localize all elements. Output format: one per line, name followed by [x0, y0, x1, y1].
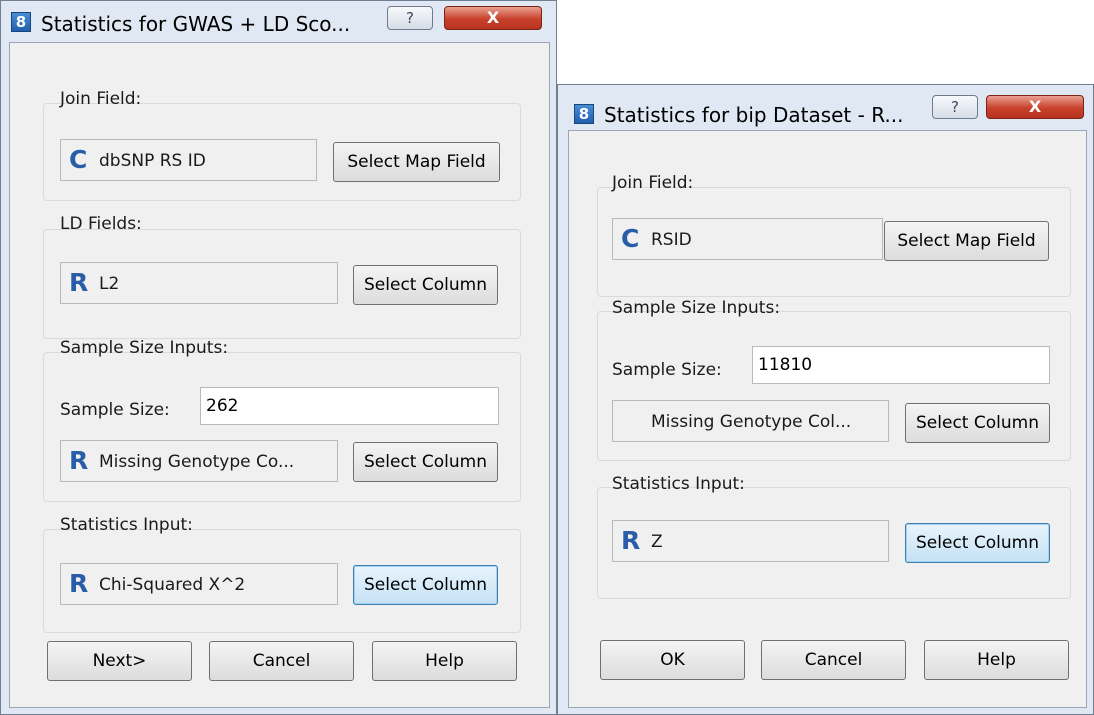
help-icon-button[interactable]: ?: [932, 95, 978, 119]
join-field-display: C RSID: [612, 218, 883, 260]
missing-genotype-value: Missing Genotype Co...: [99, 452, 295, 472]
help-icon-button[interactable]: ?: [387, 6, 433, 30]
real-type-icon: R: [69, 446, 89, 475]
sample-size-input[interactable]: 11810: [752, 346, 1050, 384]
bip-statistics-dialog: 8 Statistics for bip Dataset - R... ? X …: [557, 84, 1094, 715]
help-button[interactable]: Help: [372, 641, 517, 681]
missing-genotype-field-display: R Missing Genotype Co...: [60, 440, 338, 482]
ld-field-display: R L2: [60, 262, 338, 304]
statistics-field-value: Chi-Squared X^2: [99, 575, 246, 595]
help-button[interactable]: Help: [924, 640, 1069, 680]
categorical-type-icon: C: [69, 145, 88, 174]
gwas-statistics-dialog: 8 Statistics for GWAS + LD Sco... ? X Jo…: [0, 0, 557, 715]
join-field-label: Join Field:: [60, 89, 142, 109]
real-type-icon: R: [69, 268, 89, 297]
statistics-select-column-button[interactable]: Select Column: [353, 565, 498, 605]
title-bar[interactable]: 8 Statistics for bip Dataset - R... ? X: [558, 85, 1093, 127]
missing-genotype-value: Missing Genotype Col...: [651, 412, 852, 432]
statistics-input-label: Statistics Input:: [60, 515, 193, 535]
join-field-value: dbSNP RS ID: [99, 151, 206, 171]
missing-genotype-field-display: Missing Genotype Col...: [612, 400, 889, 442]
statistics-select-column-button[interactable]: Select Column: [905, 523, 1050, 563]
dialog-body: Join Field: C dbSNP RS ID Select Map Fie…: [9, 42, 550, 708]
sample-size-inputs-label: Sample Size Inputs:: [60, 338, 229, 358]
join-field-label: Join Field:: [612, 173, 694, 193]
missing-genotype-select-column-button[interactable]: Select Column: [905, 403, 1050, 443]
ld-select-column-button[interactable]: Select Column: [353, 265, 498, 305]
title-bar[interactable]: 8 Statistics for GWAS + LD Sco... ? X: [1, 1, 556, 41]
dialog-title: Statistics for GWAS + LD Sco...: [41, 12, 351, 36]
sample-size-label: Sample Size:: [60, 400, 170, 420]
statistics-input-label: Statistics Input:: [612, 474, 745, 494]
statistics-field-display: R Chi-Squared X^2: [60, 563, 338, 605]
ok-button[interactable]: OK: [600, 640, 745, 680]
sample-size-input[interactable]: 262: [200, 387, 499, 425]
categorical-type-icon: C: [621, 224, 640, 253]
select-map-field-button[interactable]: Select Map Field: [333, 142, 500, 182]
close-button[interactable]: X: [986, 95, 1084, 119]
app-icon: 8: [11, 12, 31, 32]
cancel-button[interactable]: Cancel: [209, 641, 354, 681]
close-button[interactable]: X: [444, 6, 542, 30]
real-type-icon: R: [69, 569, 89, 598]
join-field-display: C dbSNP RS ID: [60, 139, 317, 181]
ld-fields-label: LD Fields:: [60, 214, 142, 234]
dialog-body: Join Field: C RSID Select Map Field Samp…: [568, 130, 1087, 708]
dialog-title: Statistics for bip Dataset - R...: [604, 103, 904, 127]
missing-genotype-select-column-button[interactable]: Select Column: [353, 442, 498, 482]
sample-size-label: Sample Size:: [612, 360, 722, 380]
next-button[interactable]: Next>: [47, 641, 192, 681]
statistics-field-display: R Z: [612, 520, 889, 562]
real-type-icon: R: [621, 526, 641, 555]
cancel-button[interactable]: Cancel: [761, 640, 906, 680]
ld-field-value: L2: [99, 274, 120, 294]
statistics-field-value: Z: [651, 532, 663, 552]
join-field-value: RSID: [651, 230, 692, 250]
select-map-field-button[interactable]: Select Map Field: [884, 221, 1049, 261]
app-icon: 8: [574, 104, 594, 124]
sample-size-inputs-label: Sample Size Inputs:: [612, 298, 781, 318]
